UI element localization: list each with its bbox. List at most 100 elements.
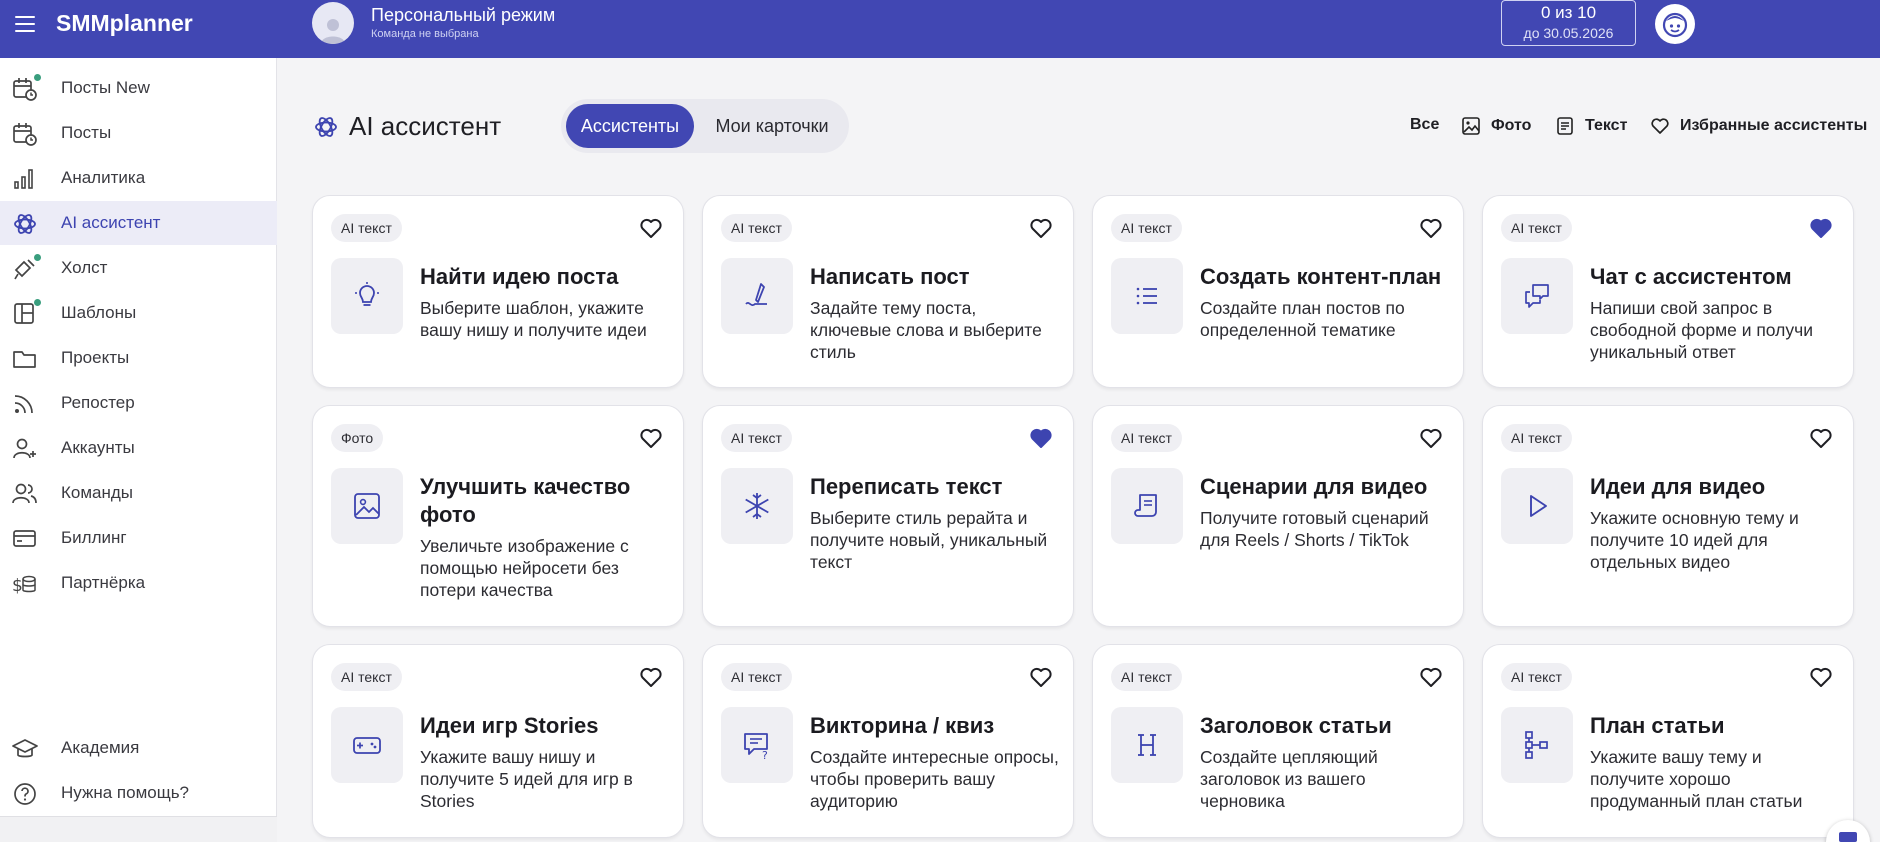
filter-all[interactable]: Все xyxy=(1410,116,1439,134)
sidebar-footer xyxy=(0,816,277,842)
tab-assistants[interactable]: Ассистенты xyxy=(566,104,694,148)
card-icon-tile xyxy=(1501,468,1573,544)
pen-write-icon xyxy=(745,283,767,307)
heart-outline-icon[interactable] xyxy=(1809,426,1833,450)
sidebar-item-canvas[interactable]: Холст xyxy=(0,246,277,290)
assistant-card-content-plan[interactable]: AI текст Создать контент-план Создайте п… xyxy=(1092,195,1464,388)
tab-switch: Ассистенты Мои карточки xyxy=(561,99,849,153)
sidebar-item-label: Академия xyxy=(61,738,140,757)
heart-outline-icon[interactable] xyxy=(639,426,663,450)
sidebar-item-help[interactable]: Нужна помощь? xyxy=(0,771,277,815)
card-description: Укажите основную тему и получите 10 идей… xyxy=(1590,508,1799,572)
heart-filled-icon[interactable] xyxy=(1809,216,1833,240)
assistant-card-write-post[interactable]: AI текст Написать пост Задайте тему пост… xyxy=(702,195,1074,388)
calendar-clock-icon xyxy=(13,123,37,146)
card-icon-tile xyxy=(1111,468,1183,544)
card-title: Сценарии для видео xyxy=(1200,474,1428,499)
workspace-subtitle: Команда не выбрана xyxy=(371,28,479,40)
profile-button[interactable] xyxy=(1655,4,1695,44)
card-icon-tile xyxy=(721,468,793,544)
new-dot xyxy=(34,254,41,261)
heart-outline-icon[interactable] xyxy=(1419,216,1443,240)
card-tag: AI текст xyxy=(1501,214,1572,242)
assistant-card-improve-photo[interactable]: Фото Улучшить качество фото Увеличьте из… xyxy=(312,405,684,627)
card-description: Создайте цепляющий заголовок из вашего ч… xyxy=(1200,747,1378,811)
assistant-card-post-idea[interactable]: AI текст Найти идею поста Выберите шабло… xyxy=(312,195,684,388)
tab-my-cards[interactable]: Мои карточки xyxy=(700,104,844,148)
assistant-card-video-ideas[interactable]: AI текст Идеи для видео Укажите основную… xyxy=(1482,405,1854,627)
filter-favorites[interactable]: Избранные ассистенты xyxy=(1650,116,1867,136)
card-description: Выберите стиль рерайта и получите новый,… xyxy=(810,508,1048,572)
assistant-card-chat[interactable]: AI текст Чат с ассистентом Напиши свой з… xyxy=(1482,195,1854,388)
card-icon-tile xyxy=(1111,707,1183,783)
card-title: Улучшить качество фото xyxy=(420,474,631,527)
filter-label: Все xyxy=(1410,116,1440,133)
sidebar-item-label: Репостер xyxy=(61,393,135,412)
quiz-bubble-icon: ? xyxy=(744,733,768,761)
assistant-card-quiz[interactable]: AI текст ? Викторина / квиз Создайте инт… xyxy=(702,644,1074,838)
sidebar-item-billing[interactable]: Биллинг xyxy=(0,516,277,560)
sidebar-item-ai-assistant[interactable]: AI ассистент xyxy=(0,201,277,245)
sidebar-item-posts[interactable]: Посты xyxy=(0,111,277,155)
plan-counter[interactable]: 0 из 10 до 30.05.2026 xyxy=(1501,0,1636,46)
card-title: Викторина / квиз xyxy=(810,713,995,738)
sidebar-item-teams[interactable]: Команды xyxy=(0,471,277,515)
coins-icon: $ xyxy=(12,575,36,596)
card-tag: AI текст xyxy=(1111,663,1182,691)
new-dot xyxy=(34,74,41,81)
menu-icon[interactable] xyxy=(15,16,35,32)
brand-name[interactable]: SMMplanner xyxy=(56,10,193,37)
sidebar-item-posts-new[interactable]: Посты New xyxy=(0,66,277,110)
heart-outline-icon[interactable] xyxy=(1029,665,1053,689)
ai-swirl-icon xyxy=(315,117,337,137)
image-icon xyxy=(1462,117,1480,135)
gamepad-icon xyxy=(353,737,381,754)
sidebar-item-analytics[interactable]: Аналитика xyxy=(0,156,277,200)
card-description: Выберите шаблон, укажите вашу нишу и пол… xyxy=(420,298,647,340)
brand-area: SMMplanner xyxy=(0,0,277,58)
assistant-card-article-heading[interactable]: AI текст Заголовок статьи Создайте цепля… xyxy=(1092,644,1464,838)
snowflake-icon xyxy=(745,493,769,519)
heart-outline-icon[interactable] xyxy=(1809,665,1833,689)
sidebar-item-label: Аккаунты xyxy=(61,438,135,457)
rss-icon xyxy=(14,395,33,414)
assistant-card-video-scripts[interactable]: AI текст Сценарии для видео Получите гот… xyxy=(1092,405,1464,627)
heart-outline-icon[interactable] xyxy=(639,216,663,240)
assistant-card-rewrite-text[interactable]: AI текст Переписать текст Выберите стиль… xyxy=(702,405,1074,627)
heart-filled-icon[interactable] xyxy=(1029,426,1053,450)
sidebar-item-reposter[interactable]: Репостер xyxy=(0,381,277,425)
sidebar-item-label: Аналитика xyxy=(61,168,146,187)
card-description: Укажите вашу тему и получите хорошо прод… xyxy=(1590,747,1803,811)
assistant-card-article-plan[interactable]: AI текст План статьи Укажите вашу тему и… xyxy=(1482,644,1854,838)
filter-photo[interactable]: Фото xyxy=(1461,116,1531,136)
workspace-avatar[interactable] xyxy=(312,2,354,44)
sidebar-item-partner[interactable]: $ Партнёрка xyxy=(0,561,277,605)
sidebar-item-projects[interactable]: Проекты xyxy=(0,336,277,380)
heart-outline-icon[interactable] xyxy=(1419,426,1443,450)
card-description: Напиши свой запрос в свободной форме и п… xyxy=(1590,298,1814,362)
heading-h-icon xyxy=(1138,734,1156,756)
heart-outline-icon[interactable] xyxy=(639,665,663,689)
card-description: Задайте тему поста, ключевые слова и выб… xyxy=(810,298,1042,362)
assistant-card-stories-games[interactable]: AI текст Идеи игр Stories Укажите вашу н… xyxy=(312,644,684,838)
sidebar-item-label: Холст xyxy=(61,258,108,277)
workspace-title[interactable]: Персональный режим xyxy=(371,5,555,26)
card-icon-tile xyxy=(1501,258,1573,334)
filter-text[interactable]: Текст xyxy=(1555,116,1627,136)
card-title: Написать пост xyxy=(810,264,970,289)
new-dot xyxy=(34,299,41,306)
sidebar-item-academy[interactable]: Академия xyxy=(0,726,277,770)
sidebar-item-label: Посты New xyxy=(61,78,150,97)
sidebar-item-templates[interactable]: Шаблоны xyxy=(0,291,277,335)
card-icon-tile xyxy=(331,468,403,544)
heart-outline-icon[interactable] xyxy=(1419,665,1443,689)
card-description: Создайте интересные опросы, чтобы провер… xyxy=(810,747,1059,811)
folder-icon xyxy=(13,351,36,368)
plan-until: до 30.05.2026 xyxy=(1523,25,1614,41)
tree-structure-icon xyxy=(1525,731,1548,759)
sidebar-item-accounts[interactable]: Аккаунты xyxy=(0,426,277,470)
card-icon-tile xyxy=(721,258,793,334)
card-tag: AI текст xyxy=(1501,424,1572,452)
card-title: План статьи xyxy=(1590,713,1725,738)
heart-outline-icon[interactable] xyxy=(1029,216,1053,240)
